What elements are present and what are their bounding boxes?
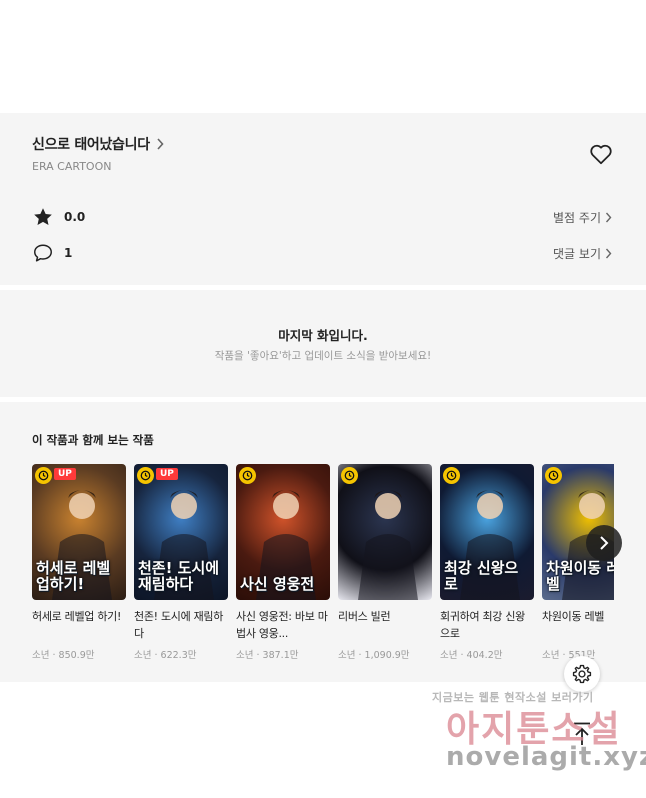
last-episode-title: 마지막 화입니다. xyxy=(278,328,368,343)
cover-thumbnail: 사신 영웅전 xyxy=(236,464,330,600)
rate-button[interactable]: 별점 주기 xyxy=(553,209,612,226)
recommendation-card[interactable]: 리버스 빌런소년 · 1,090.9만 xyxy=(338,464,432,661)
view-comments-button[interactable]: 댓글 보기 xyxy=(553,245,612,262)
wait-free-clock-icon xyxy=(443,467,460,484)
cover-logo-text: 천존! 도시에 재림하다 xyxy=(138,559,220,593)
like-heart-icon[interactable] xyxy=(588,141,614,167)
card-title: 회귀하여 최강 신왕으로 xyxy=(440,610,525,640)
work-title: 신으로 태어났습니다 xyxy=(32,137,150,153)
recommendation-card[interactable]: 최강 신왕으로회귀하여 최강 신왕으로소년 · 404.2만 xyxy=(440,464,534,661)
recommendation-card[interactable]: UP 허세로 레벨업하기! 허세로 레벨업 하기! 소년 · 850.9만 xyxy=(32,464,126,661)
cover-logo-text: 사신 영웅전 xyxy=(240,575,315,593)
carousel-next-button[interactable] xyxy=(586,525,622,561)
cover-art-figure xyxy=(358,490,418,600)
work-title-link[interactable]: 신으로 태어났습니다 xyxy=(32,134,164,154)
gear-icon xyxy=(572,664,592,684)
card-title: 리버스 빌런 xyxy=(338,610,391,623)
settings-gear-button[interactable] xyxy=(564,656,600,692)
rating-value: 0.0 xyxy=(64,210,86,224)
chevron-right-icon xyxy=(600,536,609,550)
up-badge: UP xyxy=(54,468,76,480)
star-icon xyxy=(32,206,54,228)
recommendation-card[interactable]: 사신 영웅전사신 영웅전: 바보 마법사 영웅... 소년 · 387.1만 xyxy=(236,464,330,661)
work-author: ERA CARTOON xyxy=(32,160,112,173)
cover-logo-text: 최강 신왕으로 xyxy=(444,559,519,593)
card-title: 허세로 레벨업 하기! xyxy=(32,610,122,623)
wait-free-clock-icon xyxy=(341,467,358,484)
chevron-right-icon xyxy=(605,248,612,259)
wait-free-clock-icon xyxy=(239,467,256,484)
chevron-right-icon xyxy=(156,135,164,154)
rate-button-label: 별점 주기 xyxy=(553,211,601,225)
comments-row: 1 xyxy=(32,242,72,264)
card-meta: 소년 · 1,090.9만 xyxy=(338,650,410,661)
view-comments-label: 댓글 보기 xyxy=(553,247,601,261)
comment-count: 1 xyxy=(64,246,73,260)
cover-logo-text: 차원이동 레벨 xyxy=(546,559,614,593)
card-meta: 소년 · 404.2만 xyxy=(440,650,503,661)
recommendations-heading: 이 작품과 함께 보는 작품 xyxy=(32,433,154,447)
speech-bubble-icon xyxy=(32,242,54,264)
recommendation-card[interactable]: 차원이동 레벨 차원이동 레벨 소년 · 551만 xyxy=(542,464,614,661)
rating-row: 0.0 xyxy=(32,206,85,228)
chevron-right-icon xyxy=(605,212,612,223)
card-title: 천존! 도시에 재림하다 xyxy=(134,610,224,640)
cover-thumbnail: 최강 신왕으로 xyxy=(440,464,534,600)
up-badge: UP xyxy=(156,468,178,480)
card-meta: 소년 · 850.9만 xyxy=(32,650,95,661)
card-title: 차원이동 레벨 xyxy=(542,610,605,623)
cover-logo-text: 허세로 레벨업하기! xyxy=(36,559,111,593)
wait-free-clock-icon xyxy=(545,467,562,484)
card-title: 사신 영웅전: 바보 마법사 영웅... xyxy=(236,610,328,640)
cover-thumbnail xyxy=(338,464,432,600)
recommendation-card[interactable]: UP 천존! 도시에 재림하다 천존! 도시에 재림하다 소년 · 622.3만 xyxy=(134,464,228,661)
card-meta: 소년 · 622.3만 xyxy=(134,650,197,661)
wait-free-clock-icon xyxy=(137,467,154,484)
cover-thumbnail: UP 천존! 도시에 재림하다 xyxy=(134,464,228,600)
wait-free-clock-icon xyxy=(35,467,52,484)
watermark-url: novelagit.xyz xyxy=(446,742,646,772)
last-episode-subtitle: 작품을 '좋아요'하고 업데이트 소식을 받아보세요! xyxy=(214,350,432,362)
card-meta: 소년 · 387.1만 xyxy=(236,650,299,661)
recommendation-carousel: UP 허세로 레벨업하기! 허세로 레벨업 하기! 소년 · 850.9만 UP 천존! … xyxy=(32,464,614,674)
cover-thumbnail: UP 허세로 레벨업하기! xyxy=(32,464,126,600)
